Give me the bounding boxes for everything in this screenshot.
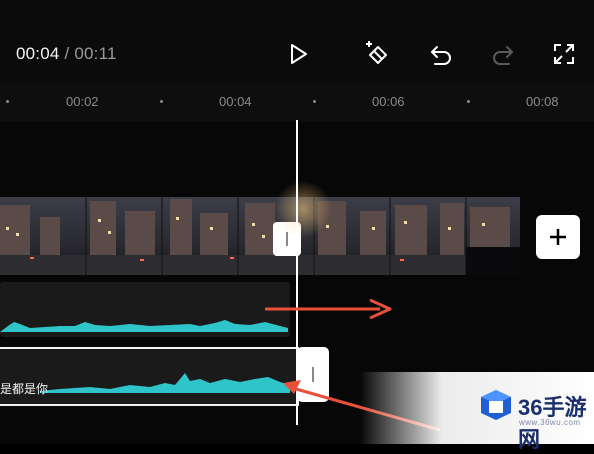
watermark-url: www.36wu.com [519, 418, 581, 427]
brand-logo-icon [481, 390, 511, 420]
